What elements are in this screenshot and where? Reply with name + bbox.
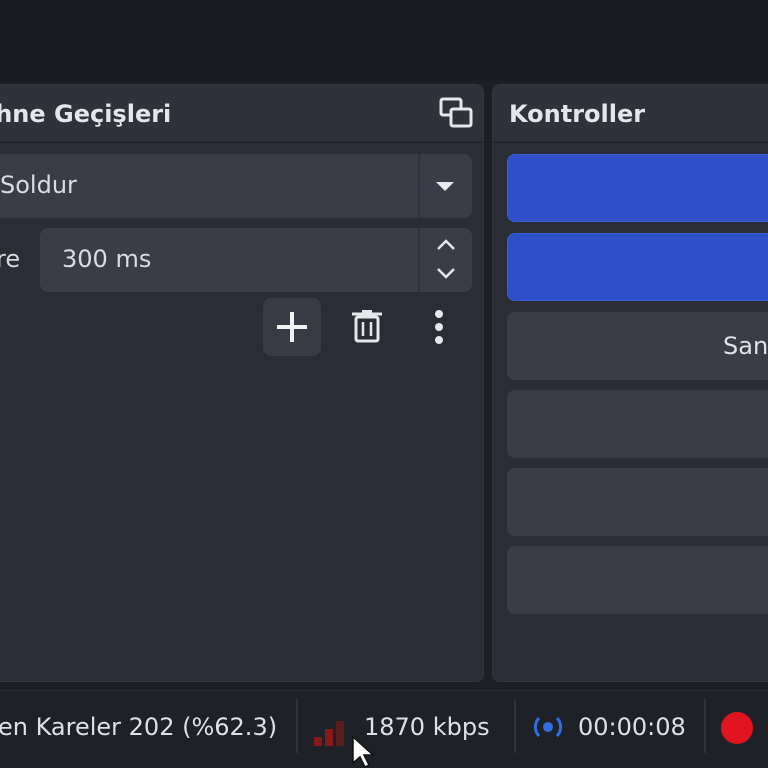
scene-transitions-title: ahne Geçişleri (0, 100, 172, 128)
chevron-down-icon[interactable] (435, 266, 457, 280)
duration-stepper[interactable] (418, 228, 472, 292)
status-divider (296, 699, 298, 753)
preview-area-edge (0, 0, 768, 82)
add-transition-button[interactable] (263, 298, 321, 356)
more-vertical-icon (435, 310, 443, 344)
duration-spinbox[interactable]: 300 ms (40, 228, 472, 292)
control-button-3[interactable]: San (507, 312, 768, 380)
obs-window: ahne Geçişleri Soldur re 300 ms (0, 0, 768, 768)
control-button-5[interactable] (507, 468, 768, 536)
transition-select-value: Soldur (0, 171, 77, 199)
bitrate-status: 1870 kbps (364, 713, 490, 741)
undock-icon[interactable] (439, 97, 473, 129)
mouse-cursor-icon (352, 735, 375, 768)
control-button-4[interactable] (507, 390, 768, 458)
plus-icon (277, 312, 307, 342)
record-dot-icon (721, 712, 753, 744)
duration-label: re (0, 245, 21, 273)
duration-value: 300 ms (62, 245, 152, 273)
trash-icon (352, 310, 382, 343)
broadcast-icon (533, 716, 563, 738)
controls-title: Kontroller (509, 100, 646, 128)
controls-header: Kontroller (493, 85, 768, 143)
transition-select-arrow[interactable] (418, 154, 472, 218)
scene-transitions-header: ahne Geçişleri (0, 85, 483, 143)
status-bar: en Kareler 202 (%62.3) 1870 kbps 00:00:0… (0, 690, 768, 768)
control-button-2[interactable] (507, 233, 768, 301)
signal-bars-icon (314, 721, 344, 746)
stream-time-status: 00:00:08 (578, 713, 686, 741)
transition-select[interactable]: Soldur (0, 154, 472, 218)
chevron-up-icon[interactable] (435, 238, 457, 252)
remove-transition-button[interactable] (338, 298, 396, 356)
dropped-frames-status: en Kareler 202 (%62.3) (0, 713, 278, 741)
control-button-6[interactable] (507, 546, 768, 614)
status-divider (514, 699, 516, 753)
transition-properties-button[interactable] (410, 298, 468, 356)
control-button-1[interactable] (507, 154, 768, 222)
status-divider (704, 699, 706, 753)
control-button-label: San (723, 332, 768, 360)
chevron-down-icon (436, 182, 454, 191)
